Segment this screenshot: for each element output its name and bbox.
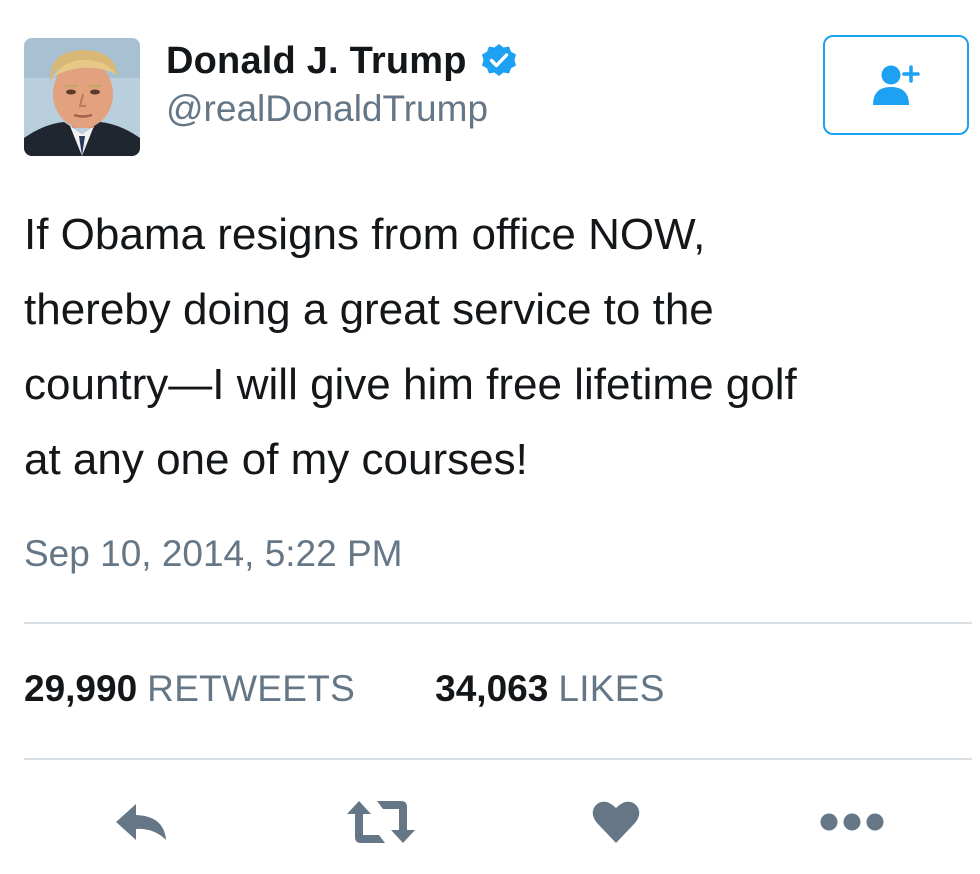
retweets-count: 29,990 (24, 668, 138, 709)
divider (24, 758, 972, 760)
user-handle[interactable]: @realDonaldTrump (166, 88, 488, 130)
tweet-text-line: If Obama resigns from office NOW, (24, 210, 706, 259)
like-button[interactable] (580, 796, 652, 848)
tweet-text-line: country—I will give him free lifetime go… (24, 360, 797, 409)
retweet-icon (347, 801, 415, 843)
retweets-label: RETWEETS (147, 668, 356, 709)
likes-count: 34,063 (435, 668, 549, 709)
tweet-text-line: at any one of my courses! (24, 435, 528, 484)
user-name-row: Donald J. Trump (166, 38, 517, 84)
more-button[interactable] (816, 796, 888, 848)
reply-button[interactable] (106, 796, 178, 848)
tweet-timestamp[interactable]: Sep 10, 2014, 5:22 PM (24, 533, 403, 575)
reply-icon (116, 804, 166, 840)
retweets-stat[interactable]: 29,990 RETWEETS (24, 668, 355, 710)
likes-stat[interactable]: 34,063 LIKES (435, 668, 665, 710)
more-dots-icon (820, 813, 884, 831)
follow-button[interactable] (823, 35, 969, 135)
display-name[interactable]: Donald J. Trump (166, 40, 467, 83)
verified-badge-icon (481, 44, 516, 76)
tweet-text: If Obama resigns from office NOW, thereb… (24, 197, 964, 497)
likes-label: LIKES (558, 668, 665, 709)
add-user-icon (873, 65, 920, 105)
profile-photo-icon (24, 38, 140, 156)
divider (24, 622, 972, 624)
tweet-stats: 29,990 RETWEETS 34,063 LIKES (24, 668, 665, 710)
tweet-text-line: thereby doing a great service to the (24, 285, 714, 334)
avatar[interactable] (24, 38, 140, 156)
retweet-button[interactable] (345, 796, 417, 848)
heart-icon (592, 801, 640, 843)
